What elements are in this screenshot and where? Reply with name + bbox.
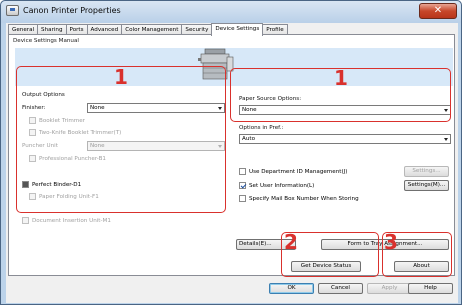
apply-button[interactable]: Apply <box>367 283 412 294</box>
tab-device-settings[interactable]: Device Settings <box>211 23 264 36</box>
options-in-pref-label: Options in Pref.: <box>239 125 284 131</box>
mailbox-checkbox[interactable]: Specify Mail Box Number When Storing <box>239 195 359 202</box>
checkbox-box <box>239 182 246 189</box>
callout-number-2: 2 <box>284 230 298 254</box>
options-in-pref-select[interactable]: Auto <box>239 134 451 144</box>
cancel-button[interactable]: Cancel <box>318 283 363 294</box>
checkbox-box <box>22 217 29 224</box>
printer-properties-window: Canon Printer Properties ✕ General Shari… <box>0 0 462 305</box>
printer-app-icon <box>6 5 19 16</box>
callout-number-1-left: 1 <box>114 65 128 89</box>
mailbox-label: Specify Mail Box Number When Storing <box>249 195 359 202</box>
document-insertion-unit-label: Document Insertion Unit-M1 <box>32 217 111 224</box>
close-button[interactable]: ✕ <box>419 3 457 19</box>
help-button[interactable]: Help <box>408 283 453 294</box>
department-id-checkbox[interactable]: Use Department ID Management(J) <box>239 168 347 175</box>
callout-number-3: 3 <box>384 230 398 254</box>
checkbox-box <box>239 168 246 175</box>
checkbox-box <box>239 195 246 202</box>
title-bar[interactable]: Canon Printer Properties ✕ <box>1 1 461 23</box>
section-title: Device Settings Manual <box>13 38 79 44</box>
chevron-down-icon <box>444 138 448 141</box>
user-information-label: Set User Information(L) <box>249 182 315 189</box>
department-id-settings-button[interactable]: Settings... <box>404 166 449 177</box>
ok-button[interactable]: OK <box>269 283 314 294</box>
user-information-checkbox[interactable]: Set User Information(L) <box>239 182 314 189</box>
options-in-pref-value: Auto <box>242 136 255 142</box>
department-id-label: Use Department ID Management(J) <box>249 168 348 175</box>
window-title: Canon Printer Properties <box>23 6 121 15</box>
document-insertion-unit-checkbox[interactable]: Document Insertion Unit-M1 <box>22 217 111 224</box>
user-information-settings-button[interactable]: Settings(M)... <box>404 180 449 191</box>
callout-number-1-right: 1 <box>334 66 348 90</box>
